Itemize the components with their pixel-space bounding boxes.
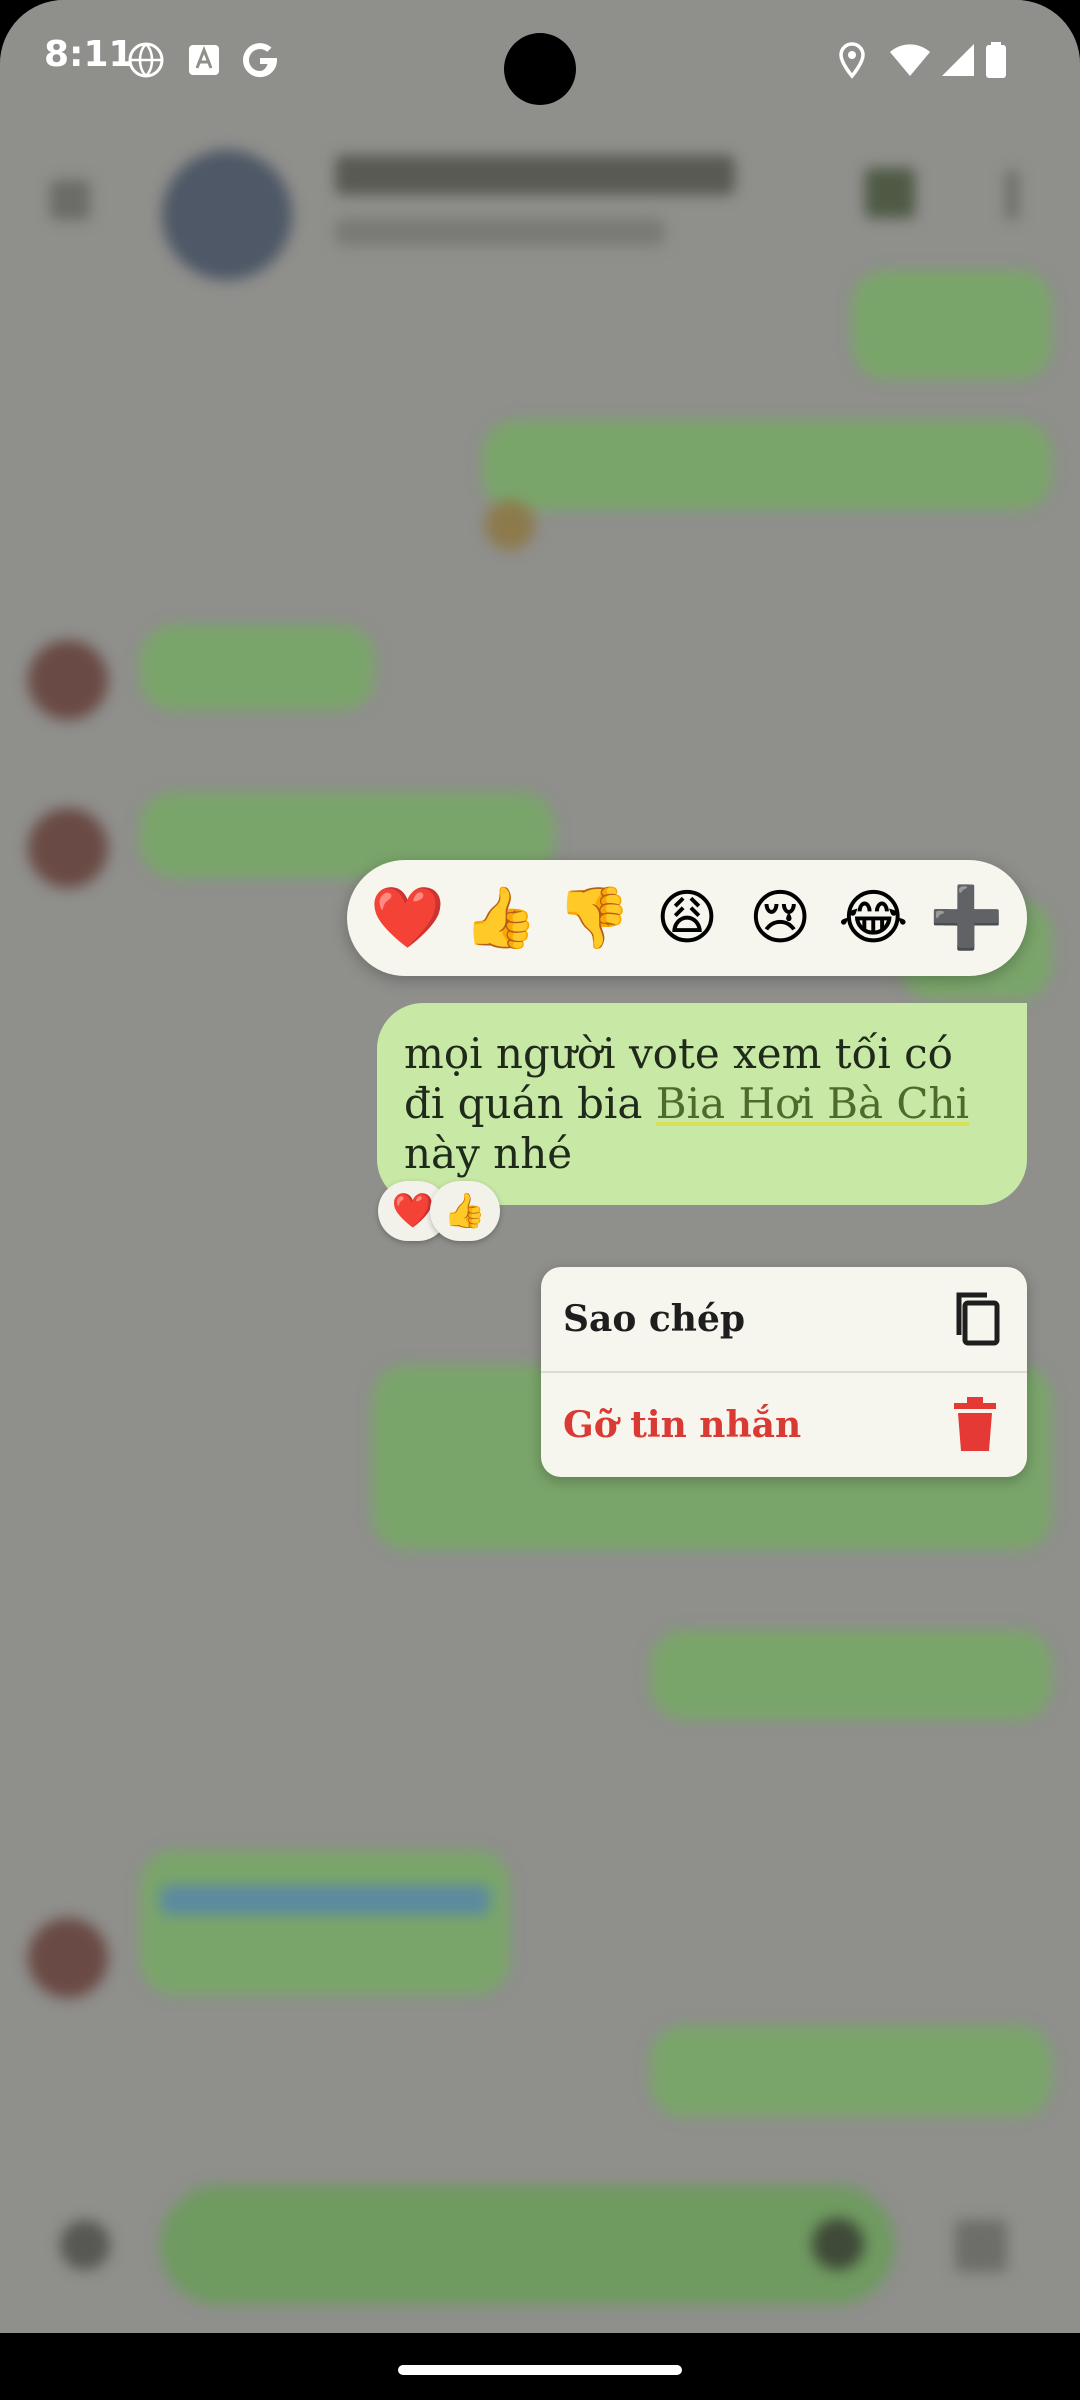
blurred-reaction xyxy=(485,500,535,550)
signal-icon xyxy=(938,40,978,80)
unsend-label: Gỡ tin nhắn xyxy=(563,1404,802,1446)
battery-icon xyxy=(984,40,1008,80)
reaction-crying[interactable]: 😢 xyxy=(740,878,820,958)
translate-a-icon xyxy=(184,40,224,80)
blurred-bubble xyxy=(650,2025,1052,2117)
blurred-bubble xyxy=(650,1630,1052,1720)
trash-icon xyxy=(945,1395,1005,1455)
back-arrow-icon xyxy=(50,180,90,220)
google-g-icon xyxy=(240,40,280,80)
chat-screen: 8:11 ❤️ 👍 👎 😩 😢 😂 ➕ mọi người vote xem t… xyxy=(0,0,1080,2333)
blurred-link xyxy=(160,1885,490,1915)
globe-icon xyxy=(126,40,166,80)
copy-label: Sao chép xyxy=(563,1298,746,1340)
home-handle[interactable] xyxy=(398,2365,682,2375)
camera-cutout xyxy=(504,33,576,105)
message-link[interactable]: Bia Hơi Bà Chi xyxy=(656,1079,969,1128)
navigation-bar xyxy=(0,2333,1080,2400)
wifi-icon xyxy=(888,40,932,80)
message-text: mọi người vote xem tối có đi quán bia Bi… xyxy=(404,1029,1001,1179)
message-text-after: này nhé xyxy=(404,1129,573,1178)
reaction-joy[interactable]: 😂 xyxy=(833,878,913,958)
group-subtitle-placeholder xyxy=(335,218,665,246)
unsend-menu-item[interactable]: Gỡ tin nhắn xyxy=(541,1373,1027,1477)
reaction-heart[interactable]: ❤️ xyxy=(368,878,448,958)
blurred-avatar xyxy=(28,640,108,720)
call-icon xyxy=(865,168,915,218)
group-avatar xyxy=(162,150,292,280)
blurred-avatar xyxy=(28,808,108,888)
blurred-bubble xyxy=(852,270,1052,380)
reaction-picker: ❤️ 👍 👎 😩 😢 😂 ➕ xyxy=(347,860,1027,976)
group-title-placeholder xyxy=(335,155,735,195)
reaction-thumbs-up[interactable]: 👍 xyxy=(461,878,541,958)
status-time: 8:11 xyxy=(44,34,134,75)
copy-icon xyxy=(945,1289,1005,1349)
status-bar: 8:11 xyxy=(0,0,1080,120)
blurred-bubble xyxy=(482,420,1052,510)
reaction-weary[interactable]: 😩 xyxy=(647,878,727,958)
message-reaction-thumbs-up[interactable]: 👍 xyxy=(430,1181,500,1241)
location-icon xyxy=(832,40,872,80)
attach-icon xyxy=(60,2220,110,2270)
more-menu-icon xyxy=(1005,170,1019,220)
blurred-bubble xyxy=(140,1850,510,1995)
blurred-bubble xyxy=(140,625,375,711)
send-icon xyxy=(955,2220,1007,2272)
selected-message-bubble[interactable]: mọi người vote xem tối có đi quán bia Bi… xyxy=(377,1003,1027,1205)
message-context-menu: Sao chép Gỡ tin nhắn xyxy=(541,1267,1027,1477)
blurred-input xyxy=(160,2185,895,2305)
blurred-avatar xyxy=(28,1918,108,1998)
reaction-thumbs-down[interactable]: 👎 xyxy=(554,878,634,958)
copy-menu-item[interactable]: Sao chép xyxy=(541,1267,1027,1371)
emoji-icon xyxy=(812,2218,864,2270)
reaction-more-button[interactable]: ➕ xyxy=(926,878,1006,958)
